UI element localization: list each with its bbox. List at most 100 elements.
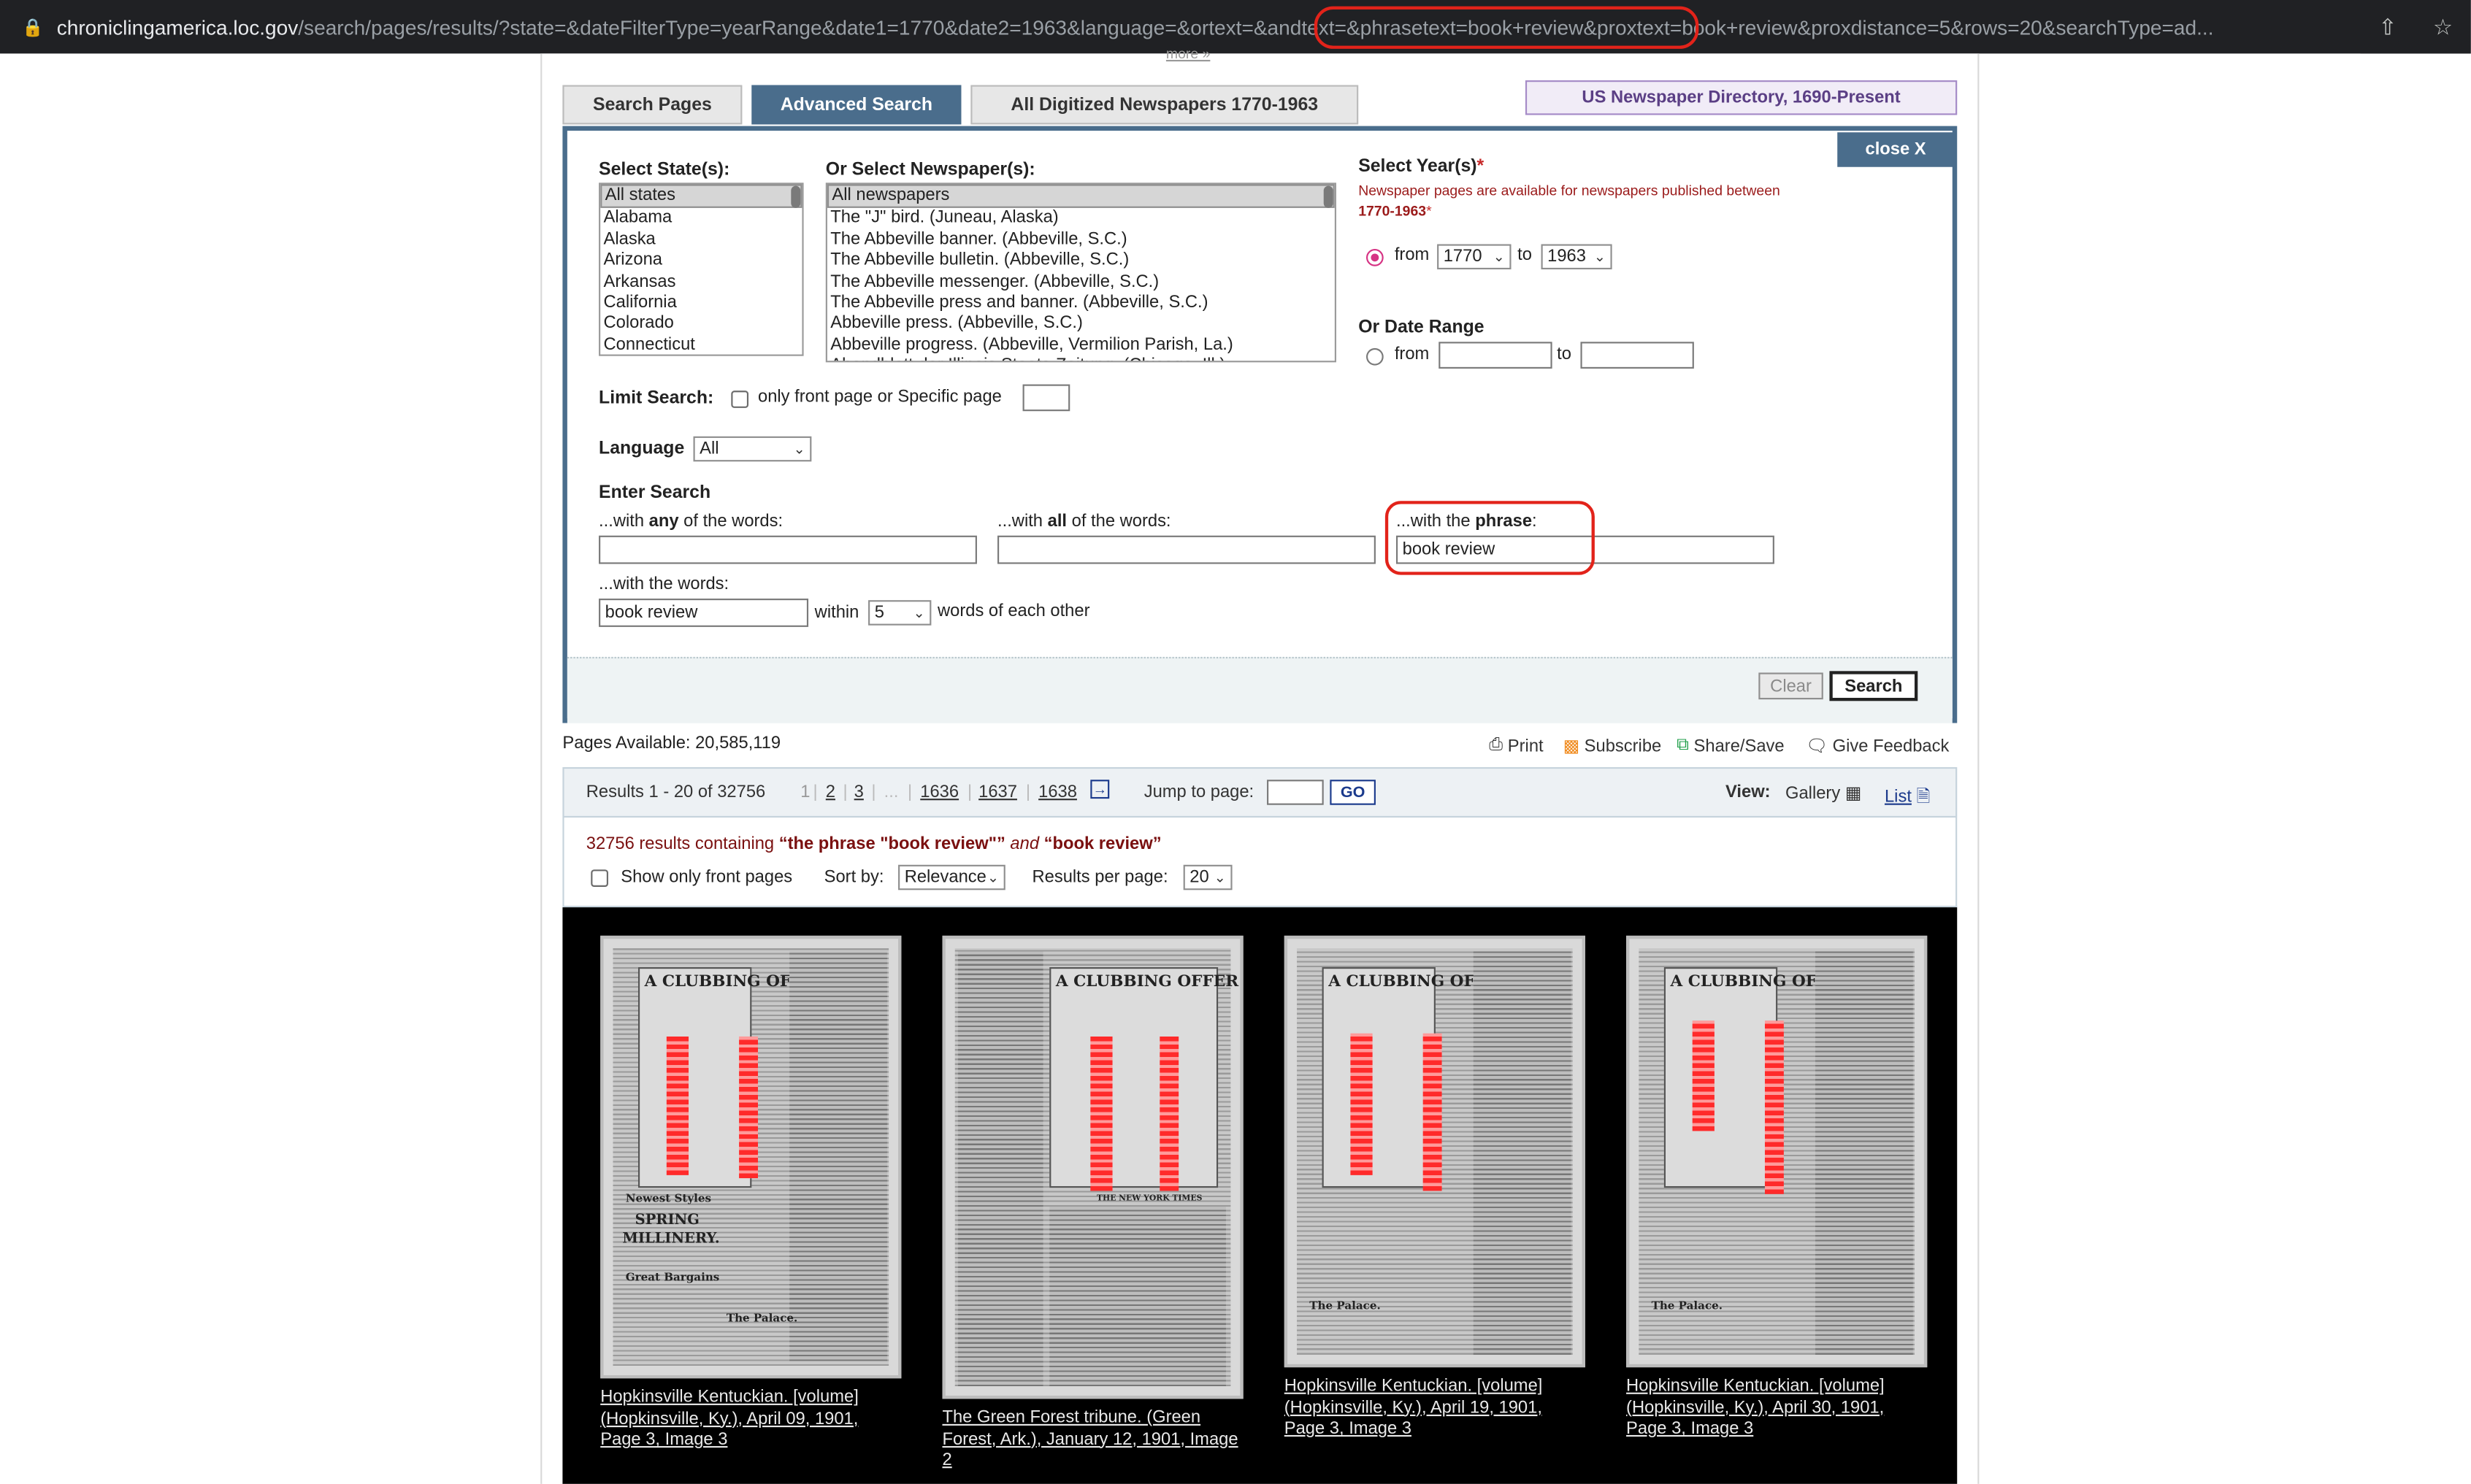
proximity-distance-select[interactable]: 5 ⌄ (868, 600, 932, 626)
print-link[interactable]: ⎙ Print (1489, 736, 1543, 756)
result-caption-link[interactable]: The Green Forest tribune. (Green Forest,… (942, 1408, 1241, 1472)
share-save-link[interactable]: ⧉ Share/Save (1677, 736, 1784, 756)
listbox-option[interactable]: Arkansas (600, 272, 802, 293)
list-view-link[interactable]: List 🗎 (1885, 783, 1931, 813)
result-caption-link[interactable]: Hopkinsville Kentuckian. [volume] (Hopki… (1626, 1377, 1926, 1440)
share-icon[interactable]: ⇧ (2378, 13, 2397, 40)
phrase-input[interactable]: book review (1395, 535, 1774, 564)
limit-text: only front page or Specific page (757, 387, 1002, 407)
listbox-option[interactable]: The Abbeville messenger. (Abbeville, S.C… (827, 272, 1335, 293)
listbox-option[interactable]: The "J" bird. (Juneau, Alaska) (827, 209, 1335, 230)
result-caption-link[interactable]: Hopkinsville Kentuckian. [volume] (Hopki… (1284, 1377, 1584, 1440)
result-thumbnail[interactable]: A CLUBBING OFFER THE NEW YORK TIMES (942, 935, 1244, 1399)
front-page-checkbox[interactable] (731, 391, 749, 408)
listbox-option[interactable]: Colorado (600, 314, 802, 335)
result-thumbnail[interactable]: A CLUBBING OFFER The Palace. (1626, 935, 1928, 1368)
year-to-select[interactable]: 1963 ⌄ (1541, 244, 1612, 270)
address-bar[interactable]: 🔒 chroniclingamerica.loc.gov/search/page… (0, 0, 2471, 54)
listbox-option[interactable]: The Abbeville banner. (Abbeville, S.C.) (827, 230, 1335, 251)
page-ellipsis: ... (884, 783, 899, 802)
lock-icon: 🔒 (22, 18, 44, 37)
listbox-option[interactable]: Arizona (600, 251, 802, 272)
listbox-option[interactable]: Alaska (600, 230, 802, 251)
bookmark-star-icon[interactable]: ☆ (2433, 13, 2453, 40)
pages-available: Pages Available: 20,585,119 (562, 734, 781, 753)
page-link[interactable]: 2 (826, 783, 835, 802)
next-page-icon[interactable]: → (1090, 780, 1110, 799)
results-bar: Results 1 - 20 of 32756 1 | 2 | 3 | ... … (562, 766, 1958, 818)
proximity-words-input[interactable]: book review (599, 599, 809, 627)
tab-all-digitized-newspapers[interactable]: All Digitized Newspapers 1770-1963 (970, 85, 1359, 125)
result-thumbnail[interactable]: A CLUBBING OFFER Newest Styles SPRING MI… (600, 935, 902, 1379)
speech-bubble-icon: 🗨 (1806, 737, 1828, 756)
jump-page-input[interactable] (1267, 780, 1324, 805)
chevron-down-icon: ⌄ (793, 440, 805, 456)
listbox-option[interactable]: All newspapers (827, 184, 1335, 209)
all-words-label: ...with all of the words: (997, 512, 1171, 531)
states-listbox[interactable]: All states Alabama Alaska Arizona Arkansas Ca… (599, 182, 804, 356)
search-button[interactable]: Search (1829, 671, 1918, 701)
feedback-link[interactable]: 🗨 Give Feedback (1806, 736, 1949, 756)
chevron-down-icon: ⌄ (987, 869, 1000, 885)
year-from-select[interactable]: 1770 ⌄ (1437, 244, 1512, 270)
date-from-input[interactable] (1438, 342, 1552, 369)
listbox-option[interactable]: Abbeville progress. (Abbeville, Vermilio… (827, 335, 1335, 356)
result-caption-link[interactable]: Hopkinsville Kentuckian. [volume] (Hopki… (600, 1388, 900, 1451)
page-link[interactable]: 3 (854, 783, 864, 802)
front-pages-only-checkbox[interactable] (591, 869, 608, 887)
url-host: chroniclingamerica.loc.gov (56, 15, 299, 39)
specific-page-input[interactable] (1022, 384, 1070, 412)
tab-search-pages[interactable]: Search Pages (562, 85, 743, 125)
listbox-option[interactable]: All states (600, 184, 802, 209)
from-label: from (1394, 345, 1430, 364)
listbox-option[interactable]: Alabama (600, 209, 802, 230)
listbox-option[interactable]: Connecticut (600, 335, 802, 354)
tab-newspaper-directory[interactable]: US Newspaper Directory, 1690-Present (1525, 80, 1958, 115)
page-link[interactable]: 1636 (920, 783, 959, 802)
scrollbar[interactable] (1323, 185, 1333, 208)
listbox-option[interactable]: California (600, 293, 802, 314)
to-label: to (1517, 245, 1532, 265)
sort-select[interactable]: Relevance ⌄ (898, 864, 1005, 891)
listbox-option[interactable]: Abbeville press. (Abbeville, S.C.) (827, 314, 1335, 335)
listbox-option[interactable]: Abendblatt der Illinois Staats-Zeitung. … (827, 356, 1335, 361)
page-link[interactable]: 1638 (1038, 783, 1077, 802)
chevron-down-icon: ⌄ (913, 604, 925, 620)
language-select[interactable]: All ⌄ (693, 436, 812, 462)
result-thumbnail[interactable]: A CLUBBING OFFER The Palace. (1284, 935, 1585, 1368)
subscribe-link[interactable]: ▩ Subscribe (1563, 736, 1662, 756)
listbox-option[interactable]: The Abbeville bulletin. (Abbeville, S.C.… (827, 251, 1335, 272)
panel-footer (567, 656, 1953, 723)
listbox-option[interactable]: The Abbeville press and banner. (Abbevil… (827, 293, 1335, 314)
proximity-words-label: ...with the words: (599, 574, 729, 594)
close-button[interactable]: close X (1837, 132, 1954, 167)
front-pages-only-label: Show only front pages (621, 868, 793, 887)
date-to-input[interactable] (1580, 342, 1694, 369)
printer-icon: ⎙ (1489, 735, 1503, 755)
results-summary: 32756 results containing “the phrase "bo… (586, 834, 1162, 854)
clear-button[interactable]: Clear (1758, 672, 1823, 700)
chevron-down-icon: ⌄ (1493, 247, 1505, 264)
more-link[interactable]: more » (1166, 46, 1210, 62)
date-range-radio[interactable] (1365, 347, 1384, 366)
any-words-input[interactable] (599, 535, 977, 564)
all-words-input[interactable] (997, 535, 1376, 564)
page-link-current: 1 (800, 783, 811, 802)
tab-advanced-search[interactable]: Advanced Search (751, 85, 962, 125)
gallery-view[interactable]: Gallery ▦ (1785, 783, 1861, 804)
states-label: Select State(s): (599, 161, 730, 180)
page-link[interactable]: 1637 (978, 783, 1017, 802)
years-note: Newspaper pages are available for newspa… (1358, 182, 1780, 219)
years-label: Select Year(s)* (1358, 157, 1484, 177)
jump-label: Jump to page: (1143, 783, 1254, 802)
scrollbar[interactable] (791, 185, 801, 208)
newspapers-listbox[interactable]: All newspapers The "J" bird. (Juneau, Ala… (825, 182, 1336, 363)
go-button[interactable]: GO (1330, 780, 1376, 805)
view-label: View: (1725, 783, 1771, 802)
language-label: Language (599, 439, 685, 458)
per-page-select[interactable]: 20 ⌄ (1183, 864, 1233, 891)
from-label: from (1394, 245, 1430, 265)
year-range-radio[interactable] (1365, 248, 1384, 266)
share-icon: ⧉ (1677, 735, 1690, 755)
results-filter-box (562, 818, 1958, 908)
